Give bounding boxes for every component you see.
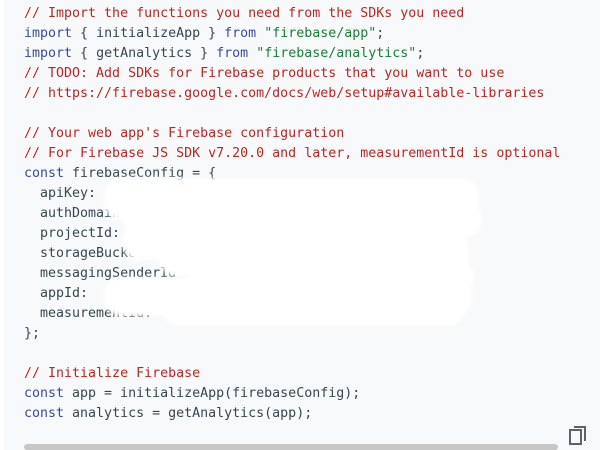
code-token-comment: // Your web app's Firebase configuration [24,126,345,141]
code-line: // Initialize Firebase [24,364,560,384]
code-line: // TODO: Add SDKs for Firebase products … [24,64,560,84]
code-block: // Import the functions you need from th… [4,0,600,450]
copy-button[interactable] [567,424,591,448]
code-token-plain: app = initializeApp(firebaseConfig); [64,386,361,401]
code-token-plain: ; [416,46,425,61]
code-token-string: "firebase/app" [264,26,377,41]
code-token-plain: { getAnalytics } [72,46,217,61]
code-token-comment: // For Firebase JS SDK v7.20.0 and later… [24,146,561,161]
code-line: // Your web app's Firebase configuration [24,124,560,144]
code-token-comment: // TODO: Add SDKs for Firebase products … [24,66,505,81]
copy-icon [569,426,586,445]
code-token-comment: // Import the functions you need from th… [24,6,465,21]
code-token-plain: apiKey: [24,186,97,201]
code-token-keyword: const [24,406,65,421]
horizontal-scrollbar[interactable] [24,444,558,450]
code-token-keyword: import [24,46,73,61]
code-token-keyword: from [216,46,249,61]
code-line: import { initializeApp } from "firebase/… [24,24,560,44]
code-token-comment: // https://firebase.google.com/docs/web/… [24,86,545,101]
code-token-plain: projectId: [24,226,121,241]
redaction-mask [164,296,464,326]
code-token-keyword: from [224,26,257,41]
code-token-keyword: import [24,26,73,41]
code-line: // https://firebase.google.com/docs/web/… [24,84,560,104]
code-token-plain: appId: [24,286,89,301]
code-line: }; [24,324,560,344]
code-token-plain: }; [24,326,41,341]
code-line: const app = initializeApp(firebaseConfig… [24,384,560,404]
code-token-keyword: const [24,386,65,401]
code-token-plain: analytics = getAnalytics(app); [64,406,313,421]
code-token-comment: // Initialize Firebase [24,366,201,381]
code-line: // Import the functions you need from th… [24,4,560,24]
code-line: import { getAnalytics } from "firebase/a… [24,44,560,64]
code-token-plain: { initializeApp } [72,26,225,41]
code-token-string: "firebase/analytics" [256,46,417,61]
code-token-plain: ; [376,26,385,41]
code-line: // For Firebase JS SDK v7.20.0 and later… [24,144,560,164]
code-token-keyword: const [24,166,65,181]
code-line: const analytics = getAnalytics(app); [24,404,560,424]
